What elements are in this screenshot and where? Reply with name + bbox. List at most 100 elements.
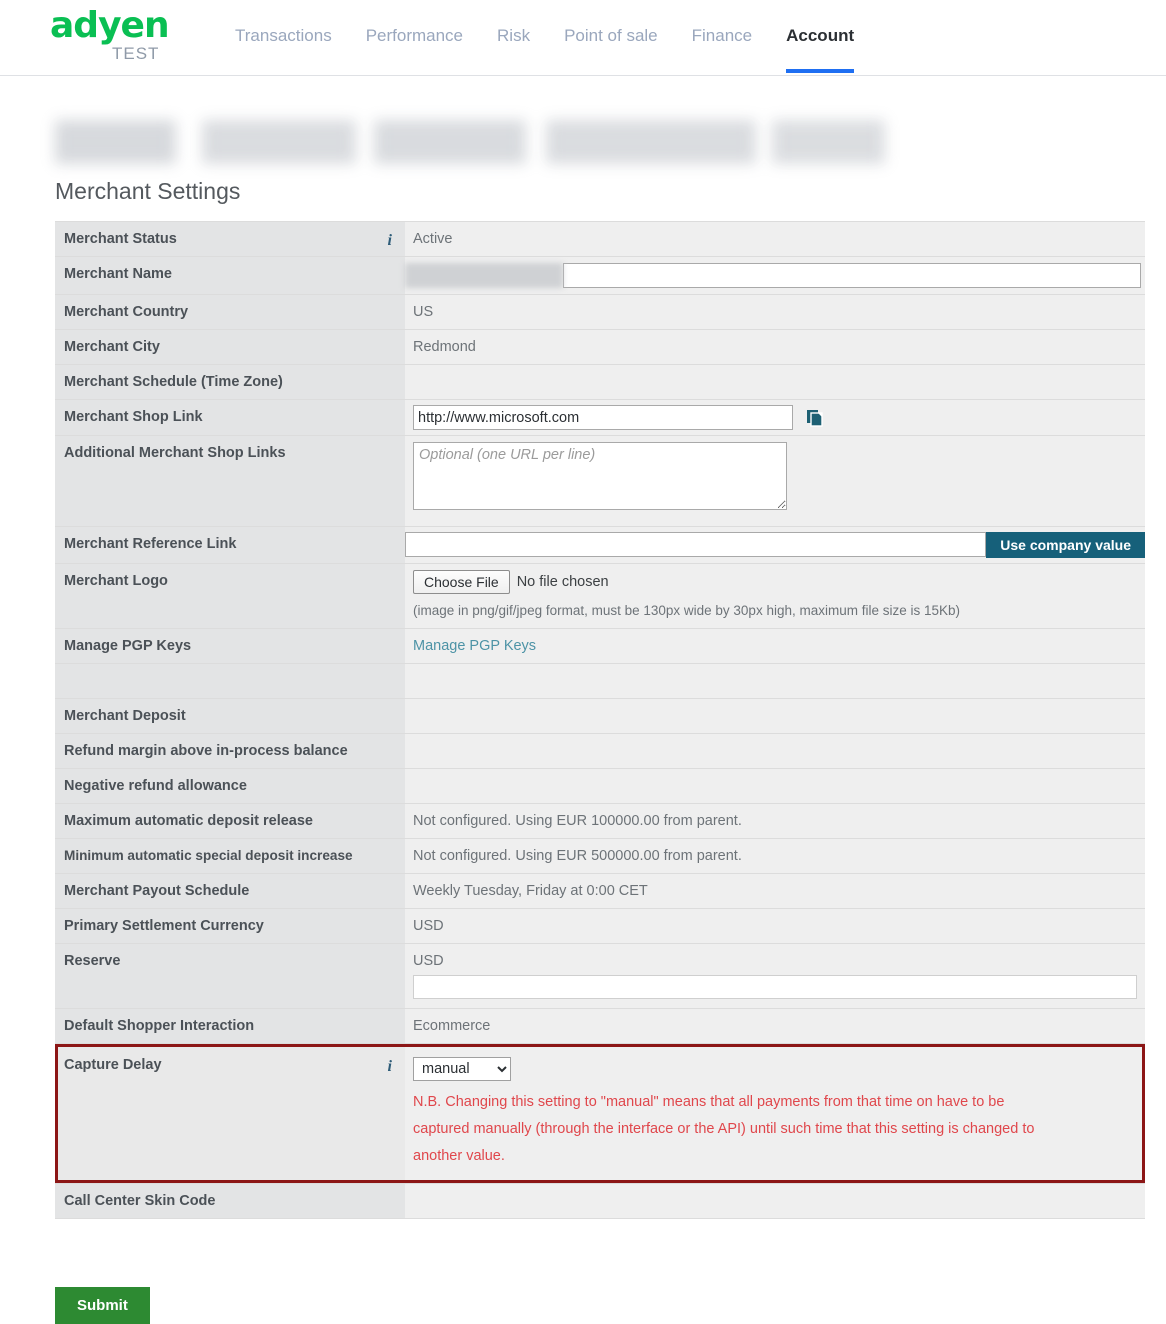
capture-delay-warning-note: N.B. Changing this setting to "manual" m… (413, 1094, 1035, 1164)
label-reserve: Reserve (55, 943, 405, 1009)
value-merchant-city: Redmond (405, 329, 1145, 365)
adyen-logo-text: adyen (50, 5, 170, 46)
info-icon[interactable]: i (388, 232, 392, 250)
label-default-shopper-interaction: Default Shopper Interaction (55, 1008, 405, 1044)
merchant-name-input[interactable] (563, 263, 1141, 288)
label-text: Merchant Status (64, 231, 177, 247)
label-negative-refund-allowance: Negative refund allowance (55, 768, 405, 804)
label-text: Capture Delay (64, 1057, 162, 1073)
no-file-chosen-label: No file chosen (516, 574, 609, 590)
label-max-auto-deposit-release: Maximum automatic deposit release (55, 803, 405, 839)
table-row-capture-delay-highlighted: Capture Delay i manual N.B. Changing thi… (55, 1043, 1145, 1184)
value-max-auto-deposit-release: Not configured. Using EUR 100000.00 from… (405, 803, 1145, 839)
value-refund-margin (405, 733, 1145, 769)
nav-item-finance[interactable]: Finance (675, 0, 769, 72)
label-spacer (55, 663, 405, 699)
label-merchant-schedule: Merchant Schedule (Time Zone) (55, 364, 405, 400)
adyen-logo-test-label: TEST (112, 44, 160, 63)
label-min-auto-special-deposit: Minimum automatic special deposit increa… (55, 838, 405, 874)
value-negative-refund-allowance (405, 768, 1145, 804)
value-manage-pgp-keys: Manage PGP Keys (405, 628, 1145, 664)
table-row: Merchant Status i Active (55, 221, 1145, 257)
value-merchant-reference-link: Use company value (405, 526, 1145, 564)
table-row: Minimum automatic special deposit increa… (55, 838, 1145, 874)
label-additional-shop-links: Additional Merchant Shop Links (55, 435, 405, 527)
value-capture-delay: manual N.B. Changing this setting to "ma… (405, 1043, 1145, 1184)
label-merchant-city: Merchant City (55, 329, 405, 365)
table-row: Merchant City Redmond (55, 329, 1145, 365)
nav-item-risk[interactable]: Risk (480, 0, 547, 72)
brand-logo[interactable]: adyen TEST (0, 0, 180, 63)
main-nav: Transactions Performance Risk Point of s… (218, 0, 871, 73)
table-row: Refund margin above in-process balance (55, 733, 1145, 769)
value-additional-shop-links (405, 435, 1145, 527)
value-default-shopper-interaction: Ecommerce (405, 1008, 1145, 1044)
merchant-shop-link-input[interactable] (413, 405, 793, 430)
table-row: Negative refund allowance (55, 768, 1145, 804)
nav-item-point-of-sale[interactable]: Point of sale (547, 0, 675, 72)
nav-item-account[interactable]: Account (769, 0, 871, 73)
value-merchant-payout-schedule: Weekly Tuesday, Friday at 0:00 CET (405, 873, 1145, 909)
table-row: Default Shopper Interaction Ecommerce (55, 1008, 1145, 1044)
label-merchant-reference-link: Merchant Reference Link (55, 526, 405, 564)
label-capture-delay: Capture Delay i (55, 1043, 405, 1184)
table-row: Primary Settlement Currency USD (55, 908, 1145, 944)
capture-delay-select[interactable]: manual (413, 1057, 511, 1081)
value-merchant-deposit (405, 698, 1145, 734)
page-content: Merchant Settings Merchant Status i Acti… (0, 120, 1166, 1324)
page-title: Merchant Settings (55, 178, 241, 204)
label-text: Reserve (64, 953, 121, 969)
value-merchant-name (405, 256, 1145, 295)
table-row: Additional Merchant Shop Links (55, 435, 1145, 527)
merchant-logo-hint: (image in png/gif/jpeg format, must be 1… (413, 603, 961, 618)
redacted-merchant-name (405, 263, 563, 288)
label-merchant-status: Merchant Status i (55, 221, 405, 257)
choose-file-button[interactable]: Choose File (413, 570, 510, 594)
value-min-auto-special-deposit: Not configured. Using EUR 500000.00 from… (405, 838, 1145, 874)
label-merchant-payout-schedule: Merchant Payout Schedule (55, 873, 405, 909)
table-row: Merchant Logo Choose File No file chosen… (55, 563, 1145, 629)
value-merchant-schedule (405, 364, 1145, 400)
nav-item-performance[interactable]: Performance (349, 0, 480, 72)
table-row: Manage PGP Keys Manage PGP Keys (55, 628, 1145, 664)
label-merchant-name: Merchant Name (55, 256, 405, 295)
table-row: Merchant Name (55, 256, 1145, 295)
manage-pgp-keys-link[interactable]: Manage PGP Keys (413, 638, 536, 654)
table-row: Merchant Country US (55, 294, 1145, 330)
copy-icon[interactable] (806, 409, 824, 427)
value-merchant-status: Active (405, 221, 1145, 257)
reserve-input[interactable] (413, 975, 1137, 999)
merchant-reference-link-input[interactable] (405, 532, 987, 557)
table-row: Reserve USD (55, 943, 1145, 1009)
table-row: Merchant Shop Link (55, 399, 1145, 436)
value-merchant-shop-link (405, 399, 1145, 436)
label-merchant-logo: Merchant Logo (55, 563, 405, 629)
reserve-currency-text: USD (413, 953, 444, 969)
use-company-value-button[interactable]: Use company value (986, 532, 1145, 558)
table-row-spacer (55, 663, 1145, 699)
value-reserve: USD (405, 943, 1145, 1009)
label-refund-margin: Refund margin above in-process balance (55, 733, 405, 769)
table-row: Call Center Skin Code (55, 1183, 1145, 1219)
top-navigation-bar: adyen TEST Transactions Performance Risk… (0, 0, 1166, 76)
additional-shop-links-textarea[interactable] (413, 442, 787, 510)
label-primary-settlement-currency: Primary Settlement Currency (55, 908, 405, 944)
value-merchant-country: US (405, 294, 1145, 330)
label-merchant-country: Merchant Country (55, 294, 405, 330)
table-row: Merchant Schedule (Time Zone) (55, 364, 1145, 400)
label-call-center-skin-code: Call Center Skin Code (55, 1183, 405, 1219)
submit-button[interactable]: Submit (55, 1287, 150, 1324)
table-row: Merchant Reference Link Use company valu… (55, 526, 1145, 564)
value-call-center-skin-code (405, 1183, 1145, 1219)
label-manage-pgp-keys: Manage PGP Keys (55, 628, 405, 664)
nav-item-transactions[interactable]: Transactions (218, 0, 349, 72)
merchant-settings-table: Merchant Status i Active Merchant Name M… (55, 221, 1145, 1219)
value-spacer (405, 663, 1145, 699)
table-row: Merchant Deposit (55, 698, 1145, 734)
label-merchant-deposit: Merchant Deposit (55, 698, 405, 734)
label-merchant-shop-link: Merchant Shop Link (55, 399, 405, 436)
info-icon[interactable]: i (388, 1058, 392, 1076)
table-row: Maximum automatic deposit release Not co… (55, 803, 1145, 839)
redacted-page-title (55, 120, 885, 164)
value-primary-settlement-currency: USD (405, 908, 1145, 944)
